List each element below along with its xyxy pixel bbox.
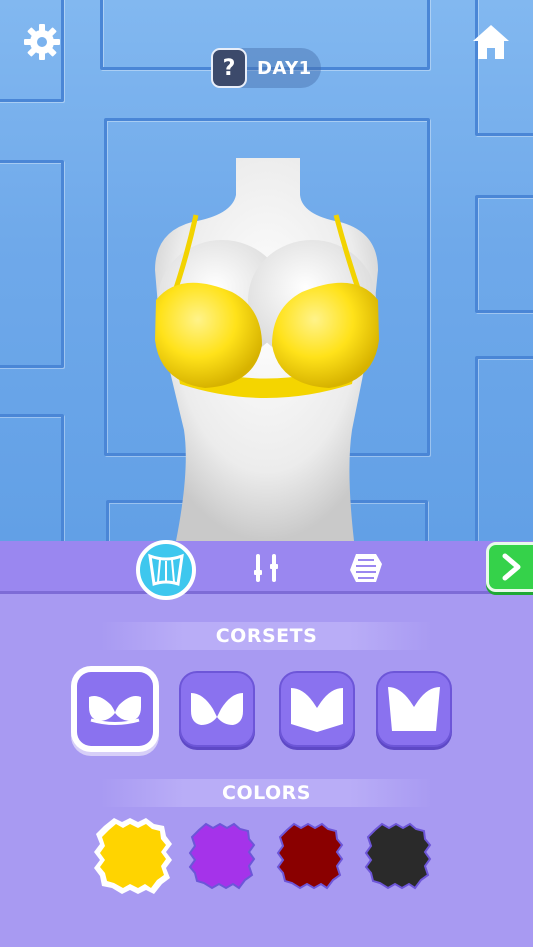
chevron-right-icon [502, 553, 521, 581]
corset-option-2[interactable] [179, 671, 255, 747]
corset-option-1[interactable] [71, 666, 159, 752]
corsets-title: CORSETS [215, 625, 318, 647]
color-swatch-black[interactable] [362, 820, 434, 892]
tool-straps[interactable] [236, 541, 296, 594]
tool-bar [0, 539, 533, 600]
straps-icon [254, 553, 278, 582]
color-swatch-purple[interactable] [186, 820, 258, 892]
corset-style-icon [89, 696, 141, 725]
tool-fabric[interactable] [336, 541, 396, 594]
color-swatch-dark-red[interactable] [274, 820, 346, 892]
tool-corset[interactable] [136, 539, 196, 600]
home-icon [473, 25, 509, 59]
corset-style-icon [191, 693, 243, 725]
corset-style-icon [388, 687, 440, 731]
help-button[interactable]: ? [211, 48, 247, 88]
corset-style-icon [291, 688, 343, 732]
colors-header: COLORS [100, 779, 433, 807]
fabric-icon [350, 553, 382, 582]
colors-title: COLORS [222, 782, 311, 804]
corset-option-4[interactable] [376, 671, 452, 747]
day-label: DAY1 [257, 57, 312, 79]
corsets-header: CORSETS [100, 622, 433, 650]
home-button[interactable] [469, 20, 513, 64]
settings-button[interactable] [20, 20, 64, 64]
corset-option-3[interactable] [279, 671, 355, 747]
next-button[interactable] [486, 542, 533, 592]
gear-icon [24, 24, 60, 60]
day-indicator: ? DAY1 [211, 48, 321, 88]
scene-background: ? DAY1 [0, 0, 533, 541]
corset-icon [148, 553, 184, 586]
color-swatch-yellow[interactable] [92, 814, 176, 898]
